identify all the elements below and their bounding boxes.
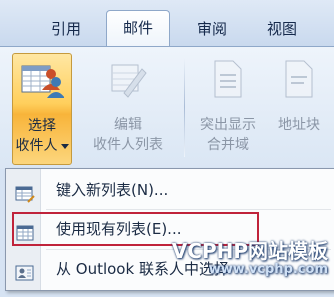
- select-recipients-label-1: 选择: [28, 118, 56, 134]
- edit-list-icon: [108, 59, 148, 105]
- address-block-icon: [282, 59, 316, 105]
- edit-recipients-label-1: 编辑: [114, 117, 142, 133]
- select-recipients-label-2: 收件人: [15, 138, 58, 154]
- menu-item-label: 键入新列表(N)...: [56, 181, 169, 199]
- watermark-title: VCPHP网站模板: [171, 239, 328, 263]
- menu-item-type-new-list[interactable]: 键入新列表(N)...: [6, 171, 334, 209]
- menu-item-label: 使用现有列表(E)...: [56, 220, 182, 238]
- outlook-contacts-icon: [15, 259, 35, 297]
- ribbon-tab-bar: 引用 邮件 审阅 视图: [0, 0, 334, 47]
- group-separator: [184, 57, 185, 157]
- tab-review[interactable]: 审阅: [184, 14, 240, 46]
- highlight-fields-label-2: 合并域: [207, 137, 249, 153]
- highlight-fields-label-1: 突出显示: [200, 117, 256, 133]
- select-recipients-button[interactable]: 选择 收件人: [12, 53, 72, 165]
- highlight-merge-fields-button[interactable]: 突出显示 合并域: [190, 53, 266, 163]
- chevron-down-icon: [60, 143, 69, 149]
- address-block-label: 地址块: [278, 117, 320, 133]
- tab-view[interactable]: 视图: [254, 14, 310, 46]
- edit-recipients-label-2: 收件人列表: [93, 137, 163, 153]
- tab-mailings[interactable]: 邮件: [106, 10, 170, 47]
- address-block-button[interactable]: 地址块: [270, 53, 328, 163]
- recipients-list-icon: [20, 60, 65, 106]
- edit-recipient-list-button[interactable]: 编辑 收件人列表: [80, 53, 176, 163]
- watermark-url: www.vcphp.com: [208, 262, 328, 277]
- tab-references[interactable]: 引用: [38, 14, 94, 46]
- highlight-fields-icon: [211, 59, 245, 105]
- site-watermark: VCPHP网站模板 www.vcphp.com: [172, 240, 328, 278]
- ribbon-panel: 选择 收件人 编辑 收件人列表 突出显示 合并域 地址块: [0, 46, 334, 169]
